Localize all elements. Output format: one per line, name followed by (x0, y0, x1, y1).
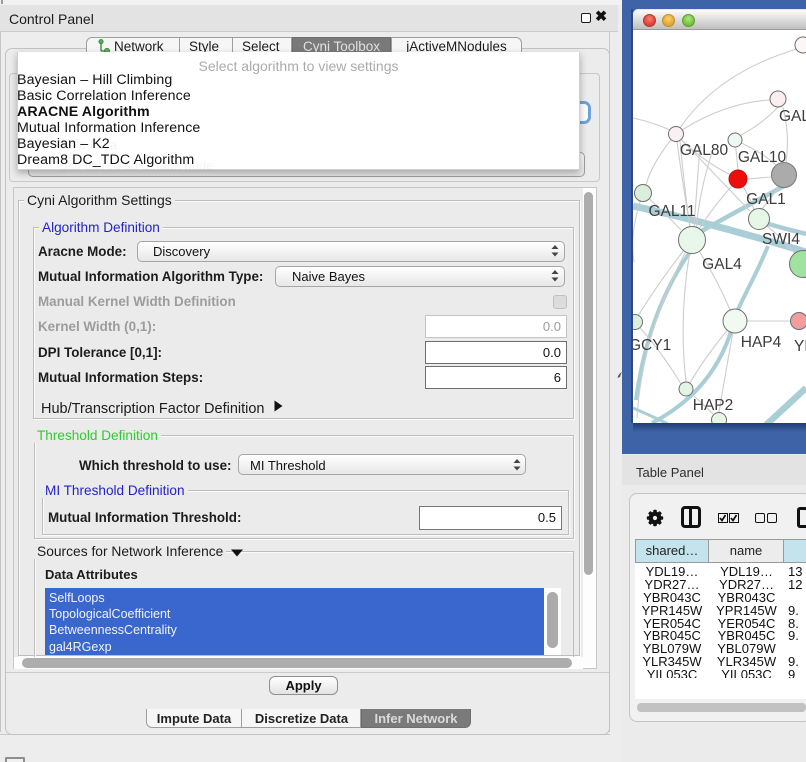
svg-text:GAL11: GAL11 (648, 203, 695, 220)
svg-text:GAL80: GAL80 (680, 142, 729, 159)
svg-text:GAL1: GAL1 (746, 191, 786, 208)
svg-text:HAP2: HAP2 (693, 397, 734, 414)
svg-text:GAL7: GAL7 (779, 108, 806, 125)
svg-text:HAP4: HAP4 (741, 334, 782, 351)
svg-text:YM: YM (794, 338, 806, 355)
svg-text:GAL10: GAL10 (738, 149, 787, 166)
svg-text:GCY1: GCY1 (633, 337, 671, 354)
svg-text:GAL4: GAL4 (702, 256, 742, 273)
svg-text:SWI4: SWI4 (762, 231, 800, 248)
